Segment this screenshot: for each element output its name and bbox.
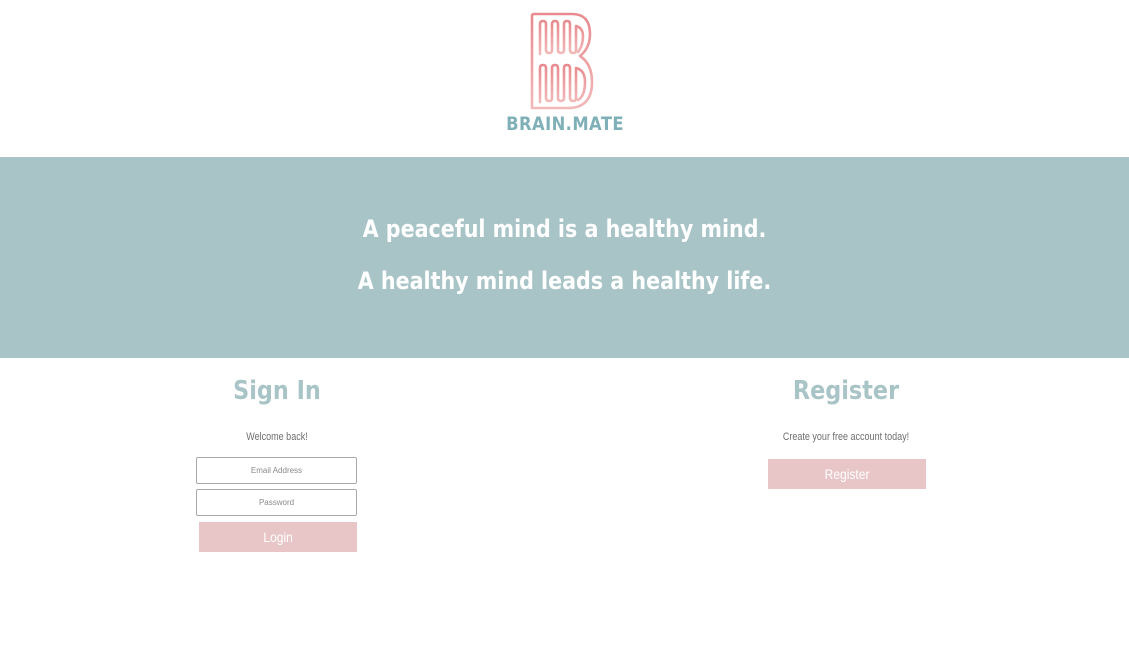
signin-title: Sign In	[233, 376, 321, 406]
register-button[interactable]: Register	[768, 459, 926, 489]
hero-tagline-2: A healthy mind leads a healthy life.	[357, 267, 772, 295]
brand-wordmark: BRAIN.MATE	[506, 113, 625, 135]
login-button[interactable]: Login	[199, 522, 357, 552]
signin-subtitle: Welcome back!	[246, 431, 308, 443]
register-subtitle: Create your free account today!	[782, 431, 910, 443]
hero-banner: A peaceful mind is a healthy mind. A hea…	[0, 157, 1129, 358]
hero-tagline-1: A peaceful mind is a healthy mind.	[362, 215, 767, 243]
password-field[interactable]	[196, 489, 357, 516]
brain-b-logo-icon	[530, 12, 594, 110]
login-button-label: Login	[263, 529, 293, 545]
brand-logo[interactable]: BRAIN.MATE	[497, 12, 627, 138]
register-button-label: Register	[824, 466, 870, 482]
register-title: Register	[792, 376, 900, 406]
site-header: BRAIN.MATE	[0, 0, 1129, 157]
email-field[interactable]	[196, 457, 357, 484]
